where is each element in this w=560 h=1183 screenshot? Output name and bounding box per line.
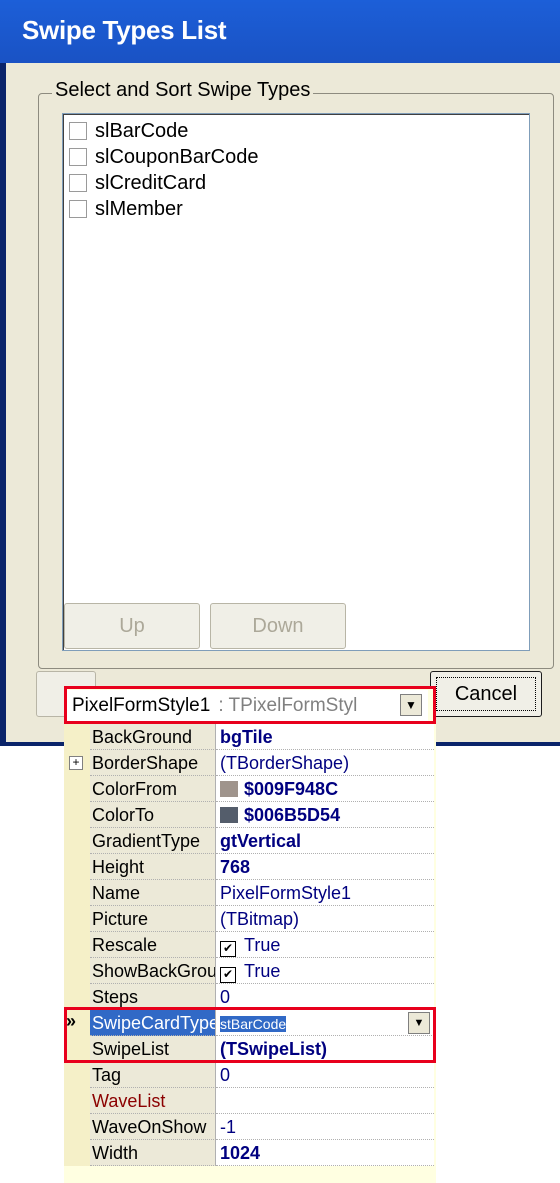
bool-value: True xyxy=(244,961,281,981)
property-row-selected[interactable]: » SwipeCardType stBarCode ▼ xyxy=(64,1010,436,1036)
item-label: slBarCode xyxy=(95,119,189,142)
selected-value[interactable]: stBarCode xyxy=(220,1016,287,1032)
property-name: ColorTo xyxy=(90,802,216,828)
property-row[interactable]: ColorTo $006B5D54 xyxy=(64,802,436,828)
property-name: Width xyxy=(90,1140,216,1166)
item-checkbox[interactable] xyxy=(69,122,87,140)
property-name: WaveOnShow xyxy=(90,1114,216,1140)
item-label: slCouponBarCode xyxy=(95,145,259,168)
item-label: slMember xyxy=(95,197,183,220)
property-name: Rescale xyxy=(90,932,216,958)
current-row-arrow-icon: » xyxy=(66,1011,77,1031)
property-row[interactable]: SwipeList (TSwipeList) xyxy=(64,1036,436,1062)
dialog-title: Swipe Types List xyxy=(22,15,227,45)
list-item[interactable]: slMember xyxy=(69,196,183,222)
property-value[interactable]: (TSwipeList) xyxy=(216,1036,434,1062)
item-label: slCreditCard xyxy=(95,171,207,194)
focus-rectangle xyxy=(436,677,536,711)
property-name: SwipeCardType xyxy=(90,1010,216,1036)
property-name: GradientType xyxy=(90,828,216,854)
property-row[interactable]: + BorderShape (TBorderShape) xyxy=(64,750,436,776)
property-value[interactable]: (TBorderShape) xyxy=(216,750,434,776)
property-row[interactable]: Rescale ✔ True xyxy=(64,932,436,958)
property-value-editor[interactable]: stBarCode ▼ xyxy=(216,1010,434,1036)
property-value[interactable]: $006B5D54 xyxy=(216,802,434,828)
property-row[interactable]: BackGround bgTile xyxy=(64,724,436,750)
property-row[interactable]: Picture (TBitmap) xyxy=(64,906,436,932)
chevron-down-icon[interactable]: ▼ xyxy=(408,1012,430,1034)
component-type: : TPixelFormStyl xyxy=(218,695,358,716)
color-value: $009F948C xyxy=(244,779,339,799)
color-value: $006B5D54 xyxy=(244,805,341,825)
property-row[interactable]: GradientType gtVertical xyxy=(64,828,436,854)
checkbox-checked-icon[interactable]: ✔ xyxy=(220,967,236,983)
chevron-down-icon[interactable]: ▼ xyxy=(400,694,422,716)
component-name: PixelFormStyle1 xyxy=(72,695,211,716)
up-button[interactable]: Up xyxy=(64,603,200,649)
checkbox-checked-icon[interactable]: ✔ xyxy=(220,941,236,957)
property-row[interactable]: ShowBackGround ✔ True xyxy=(64,958,436,984)
property-value[interactable]: PixelFormStyle1 xyxy=(216,880,434,906)
property-name: SwipeList xyxy=(90,1036,216,1062)
property-row[interactable]: Tag 0 xyxy=(64,1062,436,1088)
property-row[interactable]: Steps 0 xyxy=(64,984,436,1010)
property-value[interactable]: $009F948C xyxy=(216,776,434,802)
property-value[interactable]: 1024 xyxy=(216,1140,434,1166)
property-name: BackGround xyxy=(90,724,216,750)
property-value[interactable] xyxy=(216,1088,434,1114)
cancel-button[interactable]: Cancel xyxy=(430,671,542,717)
swipe-types-checklist[interactable]: slBarCode slCouponBarCode slCreditCard s… xyxy=(62,113,530,651)
property-name: WaveList xyxy=(90,1088,216,1114)
property-row[interactable]: WaveOnShow -1 xyxy=(64,1114,436,1140)
item-checkbox[interactable] xyxy=(69,148,87,166)
list-item[interactable]: slBarCode xyxy=(69,118,188,144)
property-name: ShowBackGround xyxy=(90,958,216,984)
property-value[interactable]: 768 xyxy=(216,854,434,880)
property-name: Name xyxy=(90,880,216,906)
property-row[interactable]: Width 1024 xyxy=(64,1140,436,1166)
item-checkbox[interactable] xyxy=(69,200,87,218)
property-name: Steps xyxy=(90,984,216,1010)
property-name: BorderShape xyxy=(90,750,216,776)
property-name: Tag xyxy=(90,1062,216,1088)
property-value[interactable]: (TBitmap) xyxy=(216,906,434,932)
item-checkbox[interactable] xyxy=(69,174,87,192)
property-name: ColorFrom xyxy=(90,776,216,802)
property-value[interactable]: gtVertical xyxy=(216,828,434,854)
property-value[interactable]: ✔ True xyxy=(216,932,434,958)
color-swatch-icon xyxy=(220,781,238,797)
dialog-client-area: Select and Sort Swipe Types slBarCode sl… xyxy=(6,63,560,742)
property-row[interactable]: ColorFrom $009F948C xyxy=(64,776,436,802)
swipe-types-dialog: Swipe Types List Select and Sort Swipe T… xyxy=(0,0,560,746)
component-selector[interactable]: PixelFormStyle1 : TPixelFormStyl ▼ xyxy=(66,690,428,723)
property-row[interactable]: Name PixelFormStyle1 xyxy=(64,880,436,906)
down-button[interactable]: Down xyxy=(210,603,346,649)
list-item[interactable]: slCreditCard xyxy=(69,170,206,196)
property-name: Picture xyxy=(90,906,216,932)
property-row[interactable]: WaveList xyxy=(64,1088,436,1114)
property-value[interactable]: ✔ True xyxy=(216,958,434,984)
property-value[interactable]: bgTile xyxy=(216,724,434,750)
bool-value: True xyxy=(244,935,281,955)
color-swatch-icon xyxy=(220,807,238,823)
list-item[interactable]: slCouponBarCode xyxy=(69,144,258,170)
property-value[interactable]: 0 xyxy=(216,984,434,1010)
property-value[interactable]: -1 xyxy=(216,1114,434,1140)
dialog-titlebar[interactable]: Swipe Types List xyxy=(0,0,560,63)
expand-plus-icon[interactable]: + xyxy=(69,756,83,770)
property-row[interactable]: Height 768 xyxy=(64,854,436,880)
property-name: Height xyxy=(90,854,216,880)
groupbox-label: Select and Sort Swipe Types xyxy=(52,79,314,102)
property-value[interactable]: 0 xyxy=(216,1062,434,1088)
